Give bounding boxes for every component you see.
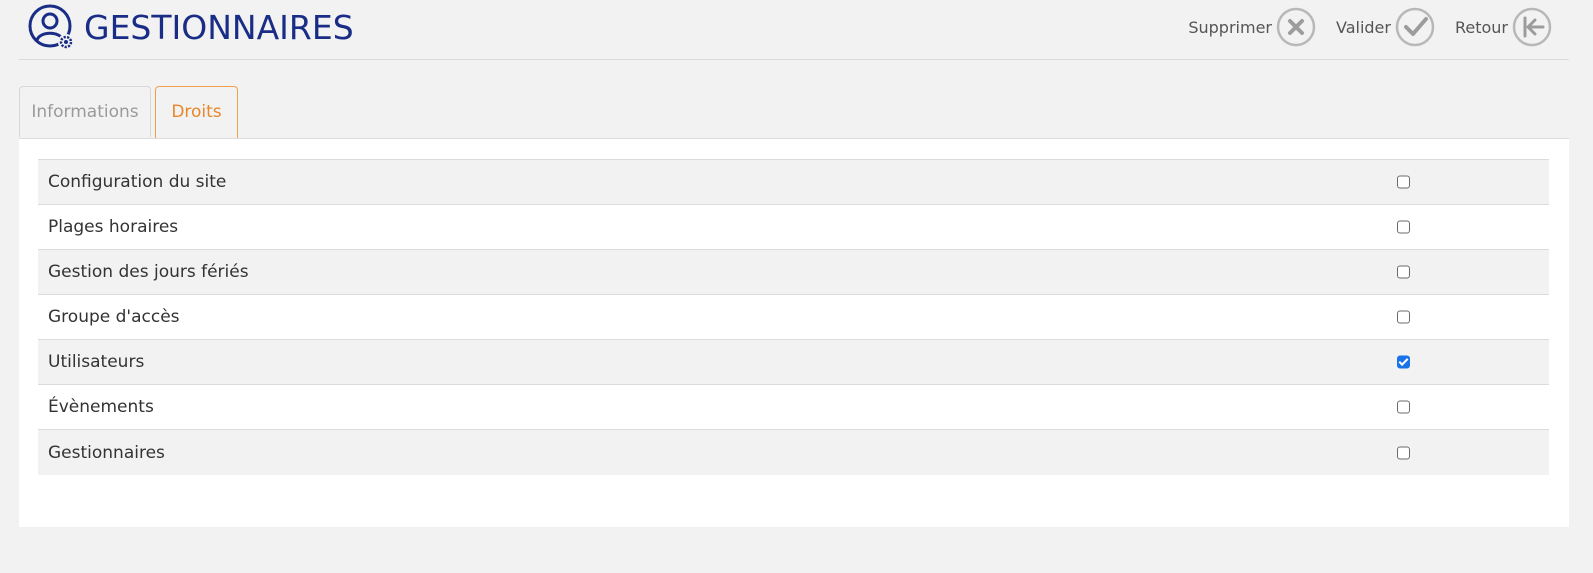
user-gear-icon [28,4,74,50]
right-checkbox[interactable] [1397,265,1410,279]
header-actions: Supprimer Valider Retour [1188,6,1552,48]
tab-droits[interactable]: Droits [155,86,238,138]
right-label: Groupe d'accès [48,307,180,327]
tab-bar: Informations Droits [19,86,1569,139]
table-row: Plages horaires [38,205,1549,250]
right-label: Configuration du site [48,172,227,192]
delete-button[interactable]: Supprimer [1188,7,1316,47]
validate-button-label: Valider [1335,17,1391,37]
right-checkbox[interactable] [1397,220,1410,234]
right-label: Utilisateurs [48,352,145,372]
right-checkbox[interactable] [1397,175,1410,189]
circle-x-icon [1276,7,1316,47]
circle-back-arrow-icon [1512,7,1552,47]
rights-panel: Configuration du site Plages horaires Ge… [19,139,1569,527]
right-checkbox[interactable] [1397,310,1410,324]
back-button-label: Retour [1454,17,1508,37]
right-label: Évènements [48,397,154,417]
table-row: Gestionnaires [38,430,1549,475]
tab-informations[interactable]: Informations [19,86,151,137]
validate-button[interactable]: Valider [1336,7,1435,47]
right-label: Plages horaires [48,217,179,237]
right-checkbox[interactable] [1397,355,1410,369]
page-title: GESTIONNAIRES [84,8,354,47]
back-button[interactable]: Retour [1455,7,1552,47]
right-label: Gestionnaires [48,442,165,463]
right-label: Gestion des jours fériés [48,262,249,282]
right-checkbox[interactable] [1397,400,1410,414]
table-row: Configuration du site [38,160,1549,205]
page-title-group: GESTIONNAIRES [28,3,354,53]
rights-table: Configuration du site Plages horaires Ge… [38,159,1549,475]
table-row: Utilisateurs [38,340,1549,385]
table-row: Groupe d'accès [38,295,1549,340]
right-checkbox[interactable] [1397,446,1410,459]
table-row: Gestion des jours fériés [38,250,1549,295]
table-row: Évènements [38,385,1549,430]
circle-check-icon [1395,7,1435,47]
page-header: GESTIONNAIRES Supprimer Valider Retour [19,0,1569,60]
delete-button-label: Supprimer [1188,17,1272,37]
